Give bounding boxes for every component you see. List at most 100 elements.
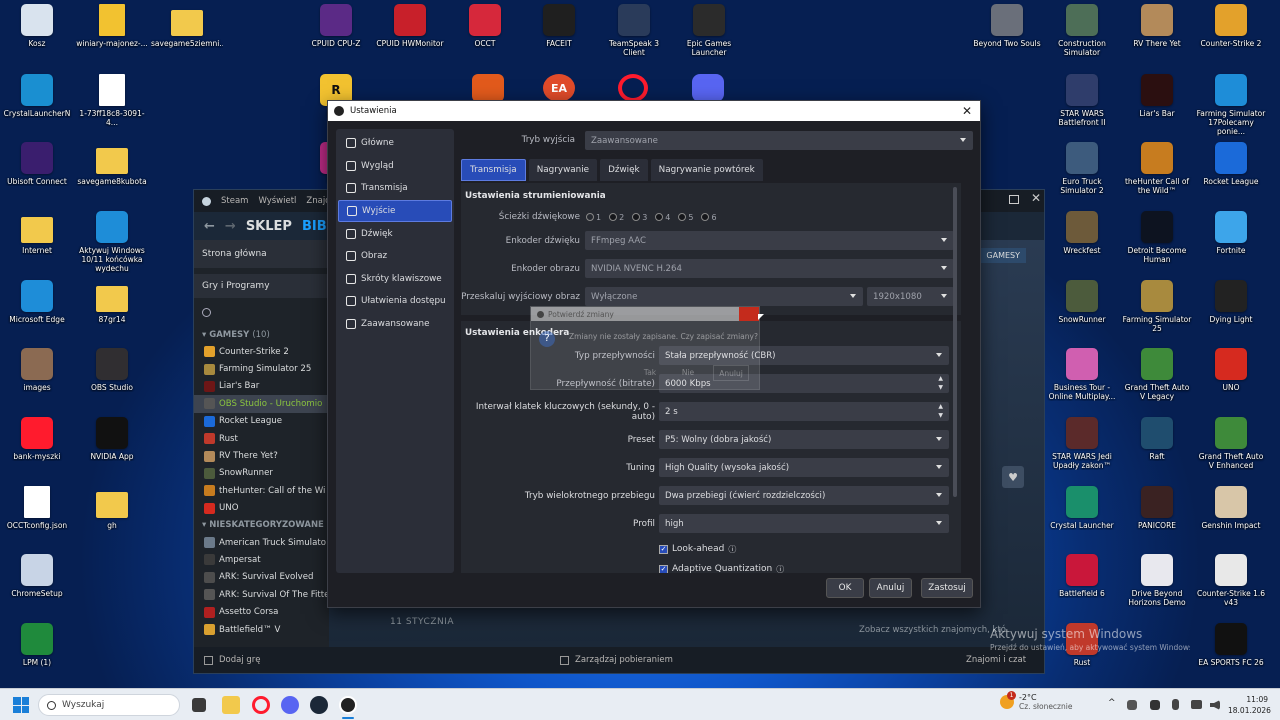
rescale-resolution-select[interactable]: 1920x1080 <box>867 287 954 306</box>
adaptive-quantization-checkbox[interactable]: ✓ Adaptive Quantization ⓘ <box>659 563 784 573</box>
desktop-icon[interactable]: CPUID CPU-Z <box>300 4 372 48</box>
audio-track-radio[interactable]: 3 <box>632 213 647 222</box>
desktop-icon[interactable]: STAR WARS Jedi Upadły zakon™ <box>1046 417 1118 470</box>
apply-button[interactable]: Zastosuj <box>921 578 973 598</box>
discord-icon[interactable] <box>281 696 299 714</box>
library-game-row[interactable]: UNO <box>194 500 329 517</box>
audio-track-radio[interactable]: 6 <box>701 213 717 222</box>
file-explorer-icon[interactable] <box>222 696 240 714</box>
desktop-icon[interactable]: EA SPORTS FC 26 <box>1195 623 1267 667</box>
cancel-button[interactable]: Anuluj <box>869 578 912 598</box>
desktop-icon[interactable]: OCCT <box>449 4 521 48</box>
desktop-icon[interactable]: 1-73ff18c8-3091-4... <box>76 74 148 127</box>
desktop-icon[interactable]: savegame8kubota <box>76 142 148 186</box>
desktop-icon[interactable]: Crystal Launcher <box>1046 486 1118 530</box>
output-tab[interactable]: Nagrywanie powtórek <box>650 159 763 181</box>
obs-icon[interactable] <box>339 696 357 714</box>
desktop-icon[interactable]: Business Tour - Online Multiplay... <box>1046 348 1118 401</box>
keyframe-spinbox[interactable]: 2 s ▲ ▼ <box>659 402 949 421</box>
desktop-icon[interactable]: CPUID HWMonitor <box>374 4 446 48</box>
desktop-icon[interactable]: CrystalLauncherN <box>1 74 73 118</box>
library-game-row[interactable]: Farming Simulator 25 <box>194 360 329 377</box>
desktop-icon[interactable]: Grand Theft Auto V Enhanced <box>1195 417 1267 470</box>
friends-chat-button[interactable]: Znajomi i czat <box>966 655 1026 665</box>
settings-category[interactable]: Wygląd <box>338 155 452 178</box>
close-icon[interactable]: ✕ <box>962 104 972 118</box>
library-home[interactable]: Strona główna <box>194 240 329 268</box>
library-game-row[interactable]: Battlefield™ V <box>194 621 329 638</box>
desktop-icon[interactable]: SnowRunner <box>1046 280 1118 324</box>
multipass-select[interactable]: Dwa przebiegi (ćwierć rozdzielczości) <box>659 486 949 505</box>
nav-store[interactable]: SKLEP <box>246 219 292 234</box>
tray-chevron-icon[interactable]: ^ <box>1108 698 1116 708</box>
panel-scrollbar[interactable] <box>953 187 957 497</box>
library-game-row[interactable]: SnowRunner <box>194 465 329 482</box>
library-game-row[interactable]: theHunter: Call of the Wi <box>194 482 329 499</box>
opera-icon[interactable] <box>252 696 270 714</box>
dialog-no-button[interactable]: Nie <box>673 365 703 381</box>
desktop-icon[interactable]: Construction Simulator <box>1046 4 1118 57</box>
desktop-icon[interactable]: TeamSpeak 3 Client <box>598 4 670 57</box>
desktop-icon[interactable]: Counter-Strike 1.6 v43 <box>1195 554 1267 607</box>
desktop-icon[interactable]: theHunter Call of the Wild™ <box>1121 142 1193 195</box>
library-game-row[interactable]: OBS Studio - Uruchomio <box>194 395 329 413</box>
audio-track-radio[interactable]: 2 <box>609 213 624 222</box>
desktop-icon[interactable]: Rocket League <box>1195 142 1267 186</box>
settings-category[interactable]: Ułatwienia dostępu <box>338 290 452 313</box>
desktop-icon[interactable]: Drive Beyond Horizons Demo <box>1121 554 1193 607</box>
group-header-uncategorized[interactable]: ▾ NIESKATEGORYZOWANE (4 <box>194 517 336 534</box>
audio-track-radio[interactable]: 1 <box>586 213 601 222</box>
desktop-icon[interactable]: Counter-Strike 2 <box>1195 4 1267 48</box>
audio-encoder-select[interactable]: FFmpeg AAC <box>585 231 954 250</box>
desktop-icon[interactable]: Liar's Bar <box>1121 74 1193 118</box>
settings-category[interactable]: Dźwięk <box>338 222 452 245</box>
desktop-icon[interactable]: STAR WARS Battlefront II <box>1046 74 1118 127</box>
spinner-arrows-icon[interactable]: ▲ ▼ <box>938 374 943 392</box>
desktop-icon[interactable]: FACEIT <box>523 4 595 48</box>
gamesy-tag[interactable]: GAMESY <box>980 248 1026 263</box>
dialog-yes-button[interactable]: Tak <box>635 365 665 381</box>
desktop-icon[interactable]: ChromeSetup <box>1 554 73 598</box>
desktop-icon[interactable]: Genshin Impact <box>1195 486 1267 530</box>
windows-start-icon[interactable] <box>13 697 29 713</box>
output-tab[interactable]: Dźwięk <box>600 159 648 181</box>
library-game-row[interactable]: Counter-Strike 2 <box>194 343 329 360</box>
output-tab[interactable]: Nagrywanie <box>528 159 598 181</box>
settings-category[interactable]: Główne <box>338 132 452 155</box>
weather-widget[interactable]: 1 -2°C Cz. słonecznie <box>1000 691 1072 711</box>
desktop-icon[interactable]: bank-myszki <box>1 417 73 461</box>
library-game-row[interactable]: ARK: Survival Of The Fitte <box>194 586 329 603</box>
library-game-row[interactable]: Liar's Bar <box>194 378 329 395</box>
desktop-icon[interactable]: Fortnite <box>1195 211 1267 255</box>
library-game-row[interactable]: Assetto Corsa <box>194 603 329 620</box>
close-icon[interactable]: ✕ <box>1031 191 1041 205</box>
back-arrow-icon[interactable]: ← <box>204 219 215 234</box>
network-icon[interactable] <box>1191 700 1202 709</box>
desktop-icon[interactable]: Epic Games Launcher <box>673 4 745 57</box>
steam-icon[interactable] <box>310 696 328 714</box>
desktop-icon[interactable]: NVIDIA App <box>76 417 148 461</box>
settings-category[interactable]: Zaawansowane <box>338 313 452 336</box>
desktop-icon[interactable]: gh <box>76 486 148 530</box>
library-game-row[interactable]: ARK: Survival Evolved <box>194 569 329 586</box>
desktop-icon[interactable]: Detroit Become Human <box>1121 211 1193 264</box>
clock[interactable]: 11:09 18.01.2026 <box>1228 694 1271 716</box>
maximize-icon[interactable] <box>1009 195 1019 204</box>
desktop-icon[interactable]: Farming Simulator 25 <box>1121 280 1193 333</box>
dialog-close-icon[interactable] <box>739 307 759 321</box>
taskbar-search-box[interactable]: Wyszukaj <box>38 694 180 716</box>
manage-downloads-button[interactable]: Zarządzaj pobieraniem <box>560 655 673 665</box>
desktop-icon[interactable]: OBS Studio <box>76 348 148 392</box>
spinner-arrows-icon[interactable]: ▲ ▼ <box>938 402 943 420</box>
forward-arrow-icon[interactable]: → <box>225 219 236 234</box>
desktop-icon[interactable]: Dying Light <box>1195 280 1267 324</box>
profile-select[interactable]: high <box>659 514 949 533</box>
preset-select[interactable]: P5: Wolny (dobra jakość) <box>659 430 949 449</box>
desktop-icon[interactable]: Battlefield 6 <box>1046 554 1118 598</box>
task-view-icon[interactable] <box>192 698 206 712</box>
desktop-icon[interactable]: PANICORE <box>1121 486 1193 530</box>
tuning-select[interactable]: High Quality (wysoka jakość) <box>659 458 949 477</box>
desktop-icon[interactable]: Microsoft Edge <box>1 280 73 324</box>
tray-app-icon[interactable] <box>1127 700 1137 710</box>
desktop-icon[interactable]: Beyond Two Souls <box>971 4 1043 48</box>
